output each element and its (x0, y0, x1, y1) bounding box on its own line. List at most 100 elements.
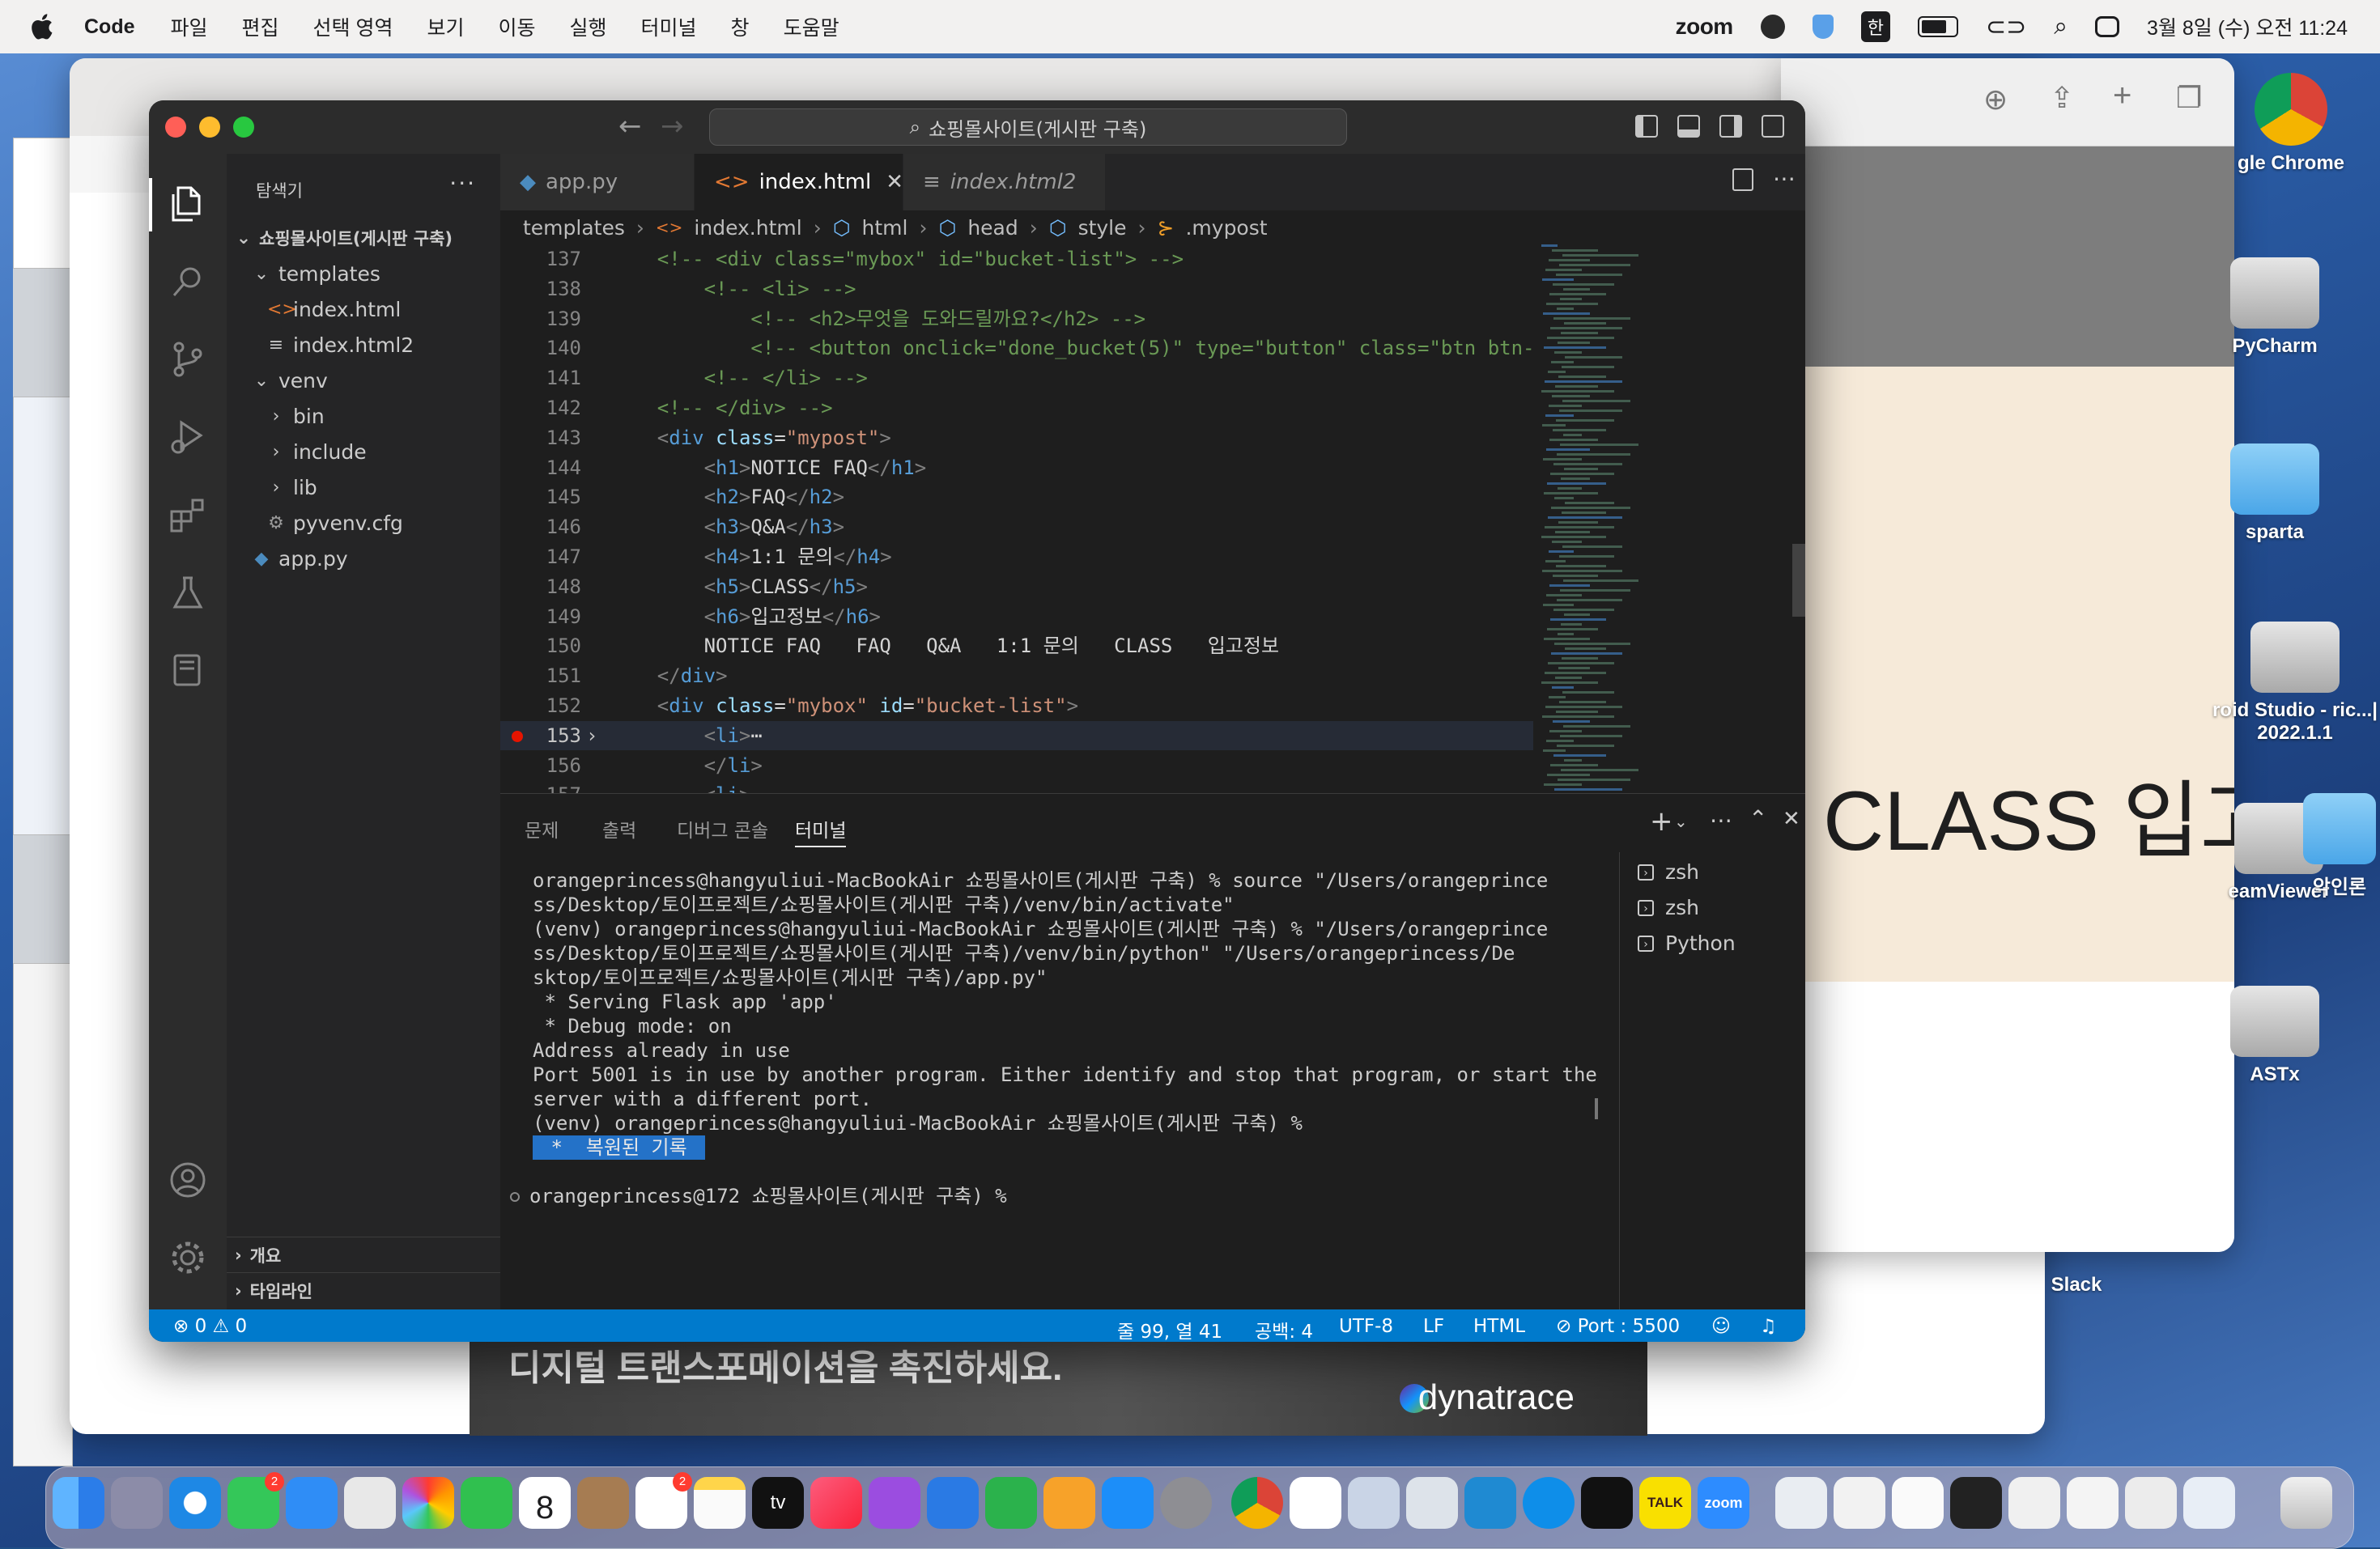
code-line[interactable]: 145 <h2>FAQ</h2> (500, 482, 1533, 511)
launchpad-icon[interactable] (111, 1477, 163, 1529)
line-number[interactable]: 147 (500, 542, 581, 571)
link-status-icon[interactable]: ⊂⊃ (1986, 13, 2026, 41)
apple-tv-icon[interactable]: tv (752, 1477, 804, 1529)
minimap[interactable] (1533, 244, 1692, 835)
background-window[interactable] (13, 963, 73, 1466)
source-control-icon[interactable] (167, 338, 209, 380)
minimize-window-button[interactable] (199, 117, 220, 138)
input-method-indicator[interactable]: 한 (1860, 11, 1890, 42)
minimized-window-thumbnail[interactable] (2183, 1477, 2235, 1529)
workspace-root-folder[interactable]: ⌄ 쇼핑몰사이트(게시판 구축) (227, 220, 500, 256)
calendar-icon[interactable]: 8 (519, 1477, 571, 1529)
messages-icon[interactable]: 2 (227, 1472, 284, 1529)
terminal-app-icon[interactable] (1581, 1477, 1633, 1529)
menubar-clock[interactable]: 3월 8일 (수) 오전 11:24 (2147, 12, 2348, 41)
breadcrumb-item[interactable]: .mypost (1185, 216, 1267, 240)
timeline-section[interactable]: › 타임라인 (227, 1272, 500, 1309)
code-line[interactable]: 153 › <li>⋯ (500, 720, 1533, 750)
minimized-window-thumbnail[interactable] (1834, 1477, 1885, 1529)
music-icon[interactable] (810, 1477, 862, 1529)
podcasts-icon[interactable] (869, 1477, 920, 1529)
new-terminal-icon[interactable]: + (1650, 805, 1673, 838)
tree-item-lib[interactable]: › lib (227, 469, 500, 505)
code-line[interactable]: 141 <!-- </li> --> (500, 363, 1533, 393)
line-number[interactable]: 146 (500, 512, 581, 541)
teamviewer-icon[interactable] (1523, 1477, 1575, 1529)
mail-icon[interactable] (286, 1477, 338, 1529)
line-number[interactable]: 156 (500, 751, 581, 780)
tab-app-py[interactable]: ◆ app.py (500, 154, 695, 210)
extensions-icon[interactable] (167, 494, 209, 536)
code-line[interactable]: 146 <h3>Q&A</h3> (500, 512, 1533, 541)
line-number[interactable]: 149 (500, 602, 581, 631)
code-line[interactable]: 151 </div> (500, 661, 1533, 690)
language-mode-status[interactable]: HTML (1473, 1316, 1525, 1337)
chevron-down-icon[interactable]: ⌄ (1674, 812, 1688, 831)
tree-item-pyvenv-cfg[interactable]: ⚙ pyvenv.cfg (227, 505, 500, 541)
tree-item-venv[interactable]: ⌄ venv (227, 363, 500, 398)
code-line[interactable]: 156 </li> (500, 751, 1533, 780)
desktop-icon-slack[interactable]: Slack (1995, 1274, 2157, 1296)
background-window[interactable] (13, 138, 73, 269)
code-editor[interactable]: 137 <!-- <div class="mybox" id="bucket-l… (500, 244, 1533, 835)
search-icon[interactable]: ⌕ (2054, 13, 2068, 40)
code-line[interactable]: 139 <!-- <h2>무엇을 도와드릴까요?</h2> --> (500, 304, 1533, 333)
terminal-instance-python[interactable]: › Python (1638, 932, 1736, 955)
reminders-icon[interactable]: 2 (635, 1472, 692, 1529)
explorer-icon[interactable] (167, 183, 209, 225)
slack-icon[interactable] (1290, 1477, 1341, 1529)
code-line[interactable]: 138 <!-- <li> --> (500, 274, 1533, 303)
minimized-window-thumbnail[interactable] (1892, 1477, 1944, 1529)
line-number[interactable]: 142 (500, 393, 581, 422)
terminal-output[interactable]: orangeprincess@hangyuliui-MacBookAir 쇼핑몰… (510, 868, 1617, 1208)
remote-explorer-icon[interactable] (167, 649, 209, 691)
line-number[interactable]: 152 (500, 691, 581, 720)
terminal-scrollbar[interactable] (1595, 1098, 1598, 1119)
line-number[interactable]: 139 (500, 304, 581, 333)
editor-scrollbar[interactable] (1792, 244, 1805, 835)
minimized-window-thumbnail[interactable] (1950, 1477, 2002, 1529)
menu-edit[interactable]: 편집 (242, 12, 279, 41)
new-tab-icon[interactable]: + (2113, 78, 2131, 114)
numbers-icon[interactable] (985, 1477, 1037, 1529)
breadcrumb-item[interactable]: index.html (694, 216, 801, 240)
tab-index-html2[interactable]: ≡ index.html2 (903, 154, 1106, 210)
desktop-icon-folder[interactable]: 악인론 (2299, 793, 2380, 899)
shield-status-icon[interactable] (1812, 15, 1834, 39)
menu-selection[interactable]: 선택 영역 (313, 12, 393, 41)
trash-icon[interactable] (2280, 1477, 2332, 1529)
apple-logo-icon[interactable] (29, 13, 53, 40)
photos-icon[interactable] (402, 1477, 454, 1529)
line-number[interactable]: 145 (500, 482, 581, 511)
code-line[interactable]: 149 <h6>입고정보</h6> (500, 602, 1533, 631)
maps-icon[interactable] (344, 1477, 396, 1529)
code-line[interactable]: 152 <div class="mybox" id="bucket-list"> (500, 691, 1533, 720)
tree-item-bin[interactable]: › bin (227, 398, 500, 434)
tab-terminal[interactable]: 터미널 (795, 815, 847, 847)
app-store-icon[interactable] (1102, 1477, 1154, 1529)
code-line[interactable]: 137 <!-- <div class="mybox" id="bucket-l… (500, 244, 1533, 274)
code-line[interactable]: 150 NOTICE FAQ FAQ Q&A 1:1 문의 CLASS 입고정보 (500, 631, 1533, 660)
pages-icon[interactable] (1043, 1477, 1095, 1529)
tree-item-templates[interactable]: ⌄ templates (227, 256, 500, 291)
line-number[interactable]: 150 (500, 631, 581, 660)
line-number[interactable]: 138 (500, 274, 581, 303)
messenger-status-icon[interactable] (1760, 15, 1785, 39)
menu-terminal[interactable]: 터미널 (641, 12, 697, 41)
breadcrumb-item[interactable]: templates (523, 216, 625, 240)
editor-more-actions-icon[interactable]: ⋯ (1773, 165, 1796, 192)
breadcrumb-item[interactable]: style (1078, 216, 1127, 240)
manage-gear-icon[interactable] (167, 1237, 209, 1279)
keynote-icon[interactable] (927, 1477, 979, 1529)
menu-help[interactable]: 도움말 (784, 12, 839, 41)
code-line[interactable]: 142 <!-- </div> --> (500, 393, 1533, 422)
toggle-sidebar-icon[interactable] (1635, 115, 1658, 138)
testing-icon[interactable] (167, 571, 209, 613)
menu-window[interactable]: 창 (731, 12, 750, 41)
line-number[interactable]: 140 (500, 333, 581, 363)
indentation-status[interactable]: 공백: 4 (1255, 1316, 1313, 1342)
explorer-more-actions[interactable]: ··· (449, 170, 476, 197)
download-icon[interactable]: ⊕ (1983, 83, 2008, 117)
back-arrow-icon[interactable]: ← (618, 110, 642, 142)
background-window[interactable] (13, 397, 73, 835)
